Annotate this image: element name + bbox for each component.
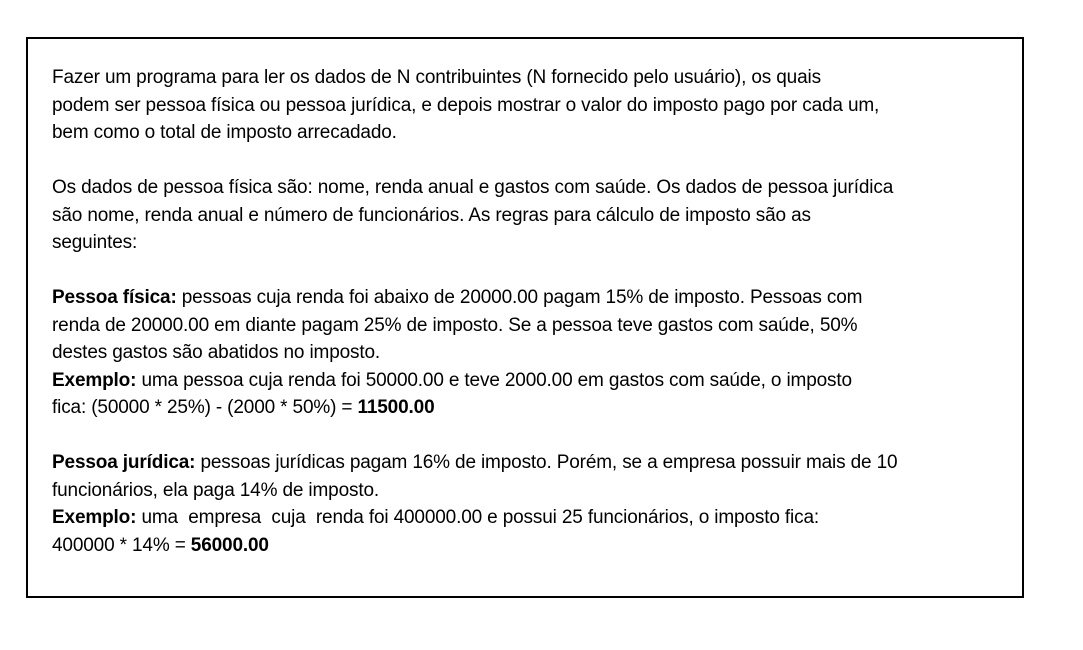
- pessoa-fisica-example-line-1: Exemplo: uma pessoa cuja renda foi 50000…: [52, 367, 992, 395]
- pessoa-juridica-section: Pessoa jurídica: pessoas jurídicas pagam…: [52, 449, 992, 559]
- data-description-line-3: seguintes:: [52, 232, 138, 253]
- pessoa-juridica-example-line-2: 400000 * 14% = 56000.00: [52, 532, 992, 560]
- pessoa-fisica-line-1-text: pessoas cuja renda foi abaixo de 20000.0…: [176, 287, 863, 308]
- data-description-paragraph: Os dados de pessoa física são: nome, ren…: [52, 174, 992, 257]
- intro-paragraph: Fazer um programa para ler os dados de N…: [52, 64, 992, 147]
- pessoa-juridica-heading: Pessoa jurídica:: [52, 452, 196, 473]
- pessoa-fisica-example-result: 11500.00: [357, 397, 435, 418]
- pessoa-juridica-example-formula: 400000 * 14% =: [52, 534, 191, 556]
- intro-line-2: podem ser pessoa física ou pessoa jurídi…: [52, 94, 880, 116]
- pessoa-juridica-line-1: Pessoa jurídica: pessoas jurídicas pagam…: [52, 449, 992, 477]
- pessoa-fisica-line-2: renda de 20000.00 em diante pagam 25% de…: [52, 314, 858, 336]
- pessoa-fisica-line-3: destes gastos são abatidos no imposto.: [52, 342, 381, 363]
- pessoa-juridica-example-result: 56000.00: [190, 534, 269, 556]
- pessoa-fisica-heading: Pessoa física:: [52, 287, 177, 308]
- data-description-line-1: Os dados de pessoa física são: nome, ren…: [52, 177, 894, 198]
- intro-line-3: bem como o total de imposto arrecadado.: [52, 122, 397, 143]
- pessoa-fisica-example-label: Exemplo:: [52, 369, 137, 391]
- pessoa-fisica-example-formula: fica: (50000 * 25%) - (2000 * 50%) =: [52, 397, 358, 418]
- intro-line-1: Fazer um programa para ler os dados de N…: [52, 67, 821, 88]
- pessoa-fisica-line-1: Pessoa física: pessoas cuja renda foi ab…: [52, 284, 992, 312]
- pessoa-fisica-example-line-2: fica: (50000 * 25%) - (2000 * 50%) = 115…: [52, 394, 992, 422]
- pessoa-juridica-example-label: Exemplo:: [52, 507, 137, 528]
- pessoa-fisica-example-text: uma pessoa cuja renda foi 50000.00 e tev…: [136, 369, 852, 391]
- pessoa-juridica-example-line-1: Exemplo: uma empresa cuja renda foi 4000…: [52, 504, 992, 532]
- problem-statement-text: Fazer um programa para ler os dados de N…: [52, 64, 992, 559]
- pessoa-fisica-section: Pessoa física: pessoas cuja renda foi ab…: [52, 284, 992, 422]
- pessoa-juridica-example-text: uma empresa cuja renda foi 400000.00 e p…: [136, 507, 819, 528]
- pessoa-juridica-line-1-text: pessoas jurídicas pagam 16% de imposto. …: [195, 452, 898, 473]
- pessoa-juridica-line-2: funcionários, ela paga 14% de imposto.: [52, 479, 380, 501]
- data-description-line-2: são nome, renda anual e número de funcio…: [52, 204, 811, 226]
